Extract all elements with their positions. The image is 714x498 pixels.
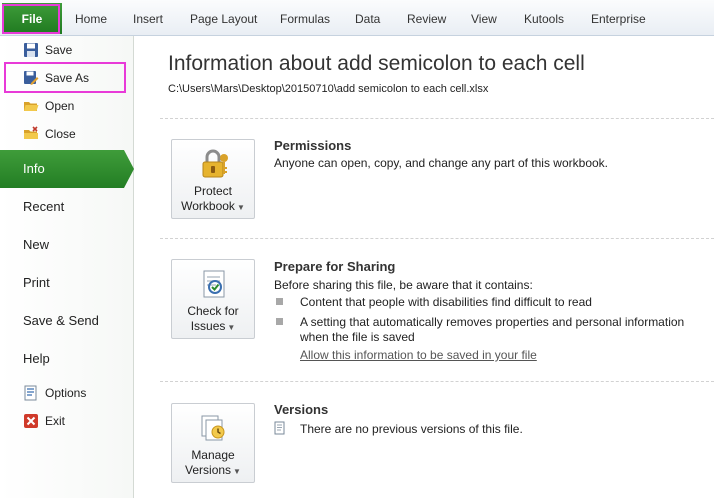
nav-close[interactable]: Close xyxy=(0,121,134,147)
nav-options[interactable]: Options xyxy=(0,380,134,406)
check-for-issues-label-1: Check for xyxy=(187,304,239,318)
nav-close-label: Close xyxy=(45,127,76,141)
nav-new[interactable]: New xyxy=(0,226,134,262)
document-icon xyxy=(274,421,285,435)
nav-info[interactable]: Info xyxy=(0,150,134,188)
nav-save-label: Save xyxy=(45,43,73,57)
save-icon xyxy=(24,43,38,57)
manage-versions-label-2: Versions ▼ xyxy=(185,463,241,477)
nav-recent-label: Recent xyxy=(23,198,65,214)
divider xyxy=(160,118,714,119)
versions-icon xyxy=(201,415,225,441)
manage-versions-button[interactable]: Manage Versions ▼ xyxy=(171,403,255,483)
sharing-intro: Before sharing this file, be aware that … xyxy=(274,278,533,292)
protect-workbook-label-2: Workbook ▼ xyxy=(181,199,245,213)
sharing-bullet-2-line-2: when the file is saved xyxy=(300,330,415,344)
page-title: Information about add semicolon to each … xyxy=(168,52,585,75)
backstage-nav: Save Save As Open Close Info Recent New … xyxy=(0,36,134,498)
sharing-title: Prepare for Sharing xyxy=(274,259,396,274)
nav-options-label: Options xyxy=(45,386,87,400)
divider xyxy=(160,381,714,382)
nav-save[interactable]: Save xyxy=(0,37,134,63)
nav-info-label: Info xyxy=(23,161,45,176)
tab-page-layout[interactable]: Page Layout xyxy=(190,12,257,26)
sharing-bullet-2-line-1: A setting that automatically removes pro… xyxy=(300,315,685,329)
tab-enterprise[interactable]: Enterprise xyxy=(591,12,646,26)
open-folder-icon xyxy=(24,102,39,111)
nav-exit[interactable]: Exit xyxy=(0,408,134,434)
options-icon xyxy=(24,385,37,401)
file-tab-highlight xyxy=(2,4,60,34)
nav-recent[interactable]: Recent xyxy=(0,188,134,224)
exit-icon xyxy=(24,414,38,428)
nav-save-send[interactable]: Save & Send xyxy=(0,302,134,338)
tab-view[interactable]: View xyxy=(471,12,497,26)
divider xyxy=(160,238,714,239)
dropdown-caret-icon: ▼ xyxy=(236,203,245,212)
permissions-text: Anyone can open, copy, and change any pa… xyxy=(274,156,608,170)
versions-text: There are no previous versions of this f… xyxy=(300,422,523,436)
nav-help-label: Help xyxy=(23,350,50,366)
protect-workbook-label-1: Protect xyxy=(193,184,232,198)
nav-open-label: Open xyxy=(45,99,75,113)
nav-open[interactable]: Open xyxy=(0,93,134,119)
allow-info-link[interactable]: Allow this information to be saved in yo… xyxy=(300,348,537,362)
versions-title: Versions xyxy=(274,402,329,417)
nav-print-label: Print xyxy=(23,274,50,290)
tab-kutools[interactable]: Kutools xyxy=(524,12,564,26)
tab-data[interactable]: Data xyxy=(355,12,380,26)
sharing-bullet-1: Content that people with disabilities fi… xyxy=(300,295,592,309)
nav-exit-label: Exit xyxy=(45,414,66,428)
tab-home[interactable]: Home xyxy=(75,12,107,26)
check-document-icon xyxy=(203,270,225,298)
check-for-issues-label-2: Issues ▼ xyxy=(190,319,236,333)
close-folder-icon xyxy=(24,126,38,139)
protect-workbook-button[interactable]: Protect Workbook ▼ xyxy=(171,139,255,219)
file-path: C:\Users\Mars\Desktop\20150710\add semic… xyxy=(168,83,489,95)
bullet-icon xyxy=(276,298,283,305)
tab-insert[interactable]: Insert xyxy=(133,12,163,26)
nav-new-label: New xyxy=(23,236,50,252)
dropdown-caret-icon: ▼ xyxy=(233,467,241,476)
manage-versions-label-1: Manage xyxy=(191,448,235,462)
ribbon-tab-bar: File Home Insert Page Layout Formulas Da… xyxy=(0,0,714,36)
lock-key-icon xyxy=(202,149,228,178)
tab-formulas[interactable]: Formulas xyxy=(280,12,330,26)
check-for-issues-button[interactable]: Check for Issues ▼ xyxy=(171,259,255,339)
nav-help[interactable]: Help xyxy=(0,340,134,376)
bullet-icon xyxy=(276,318,283,325)
permissions-title: Permissions xyxy=(274,138,352,153)
nav-save-send-label: Save & Send xyxy=(23,312,99,328)
dropdown-caret-icon: ▼ xyxy=(227,323,236,332)
tab-review[interactable]: Review xyxy=(407,12,446,26)
save-as-highlight xyxy=(4,62,126,93)
nav-print[interactable]: Print xyxy=(0,264,134,300)
